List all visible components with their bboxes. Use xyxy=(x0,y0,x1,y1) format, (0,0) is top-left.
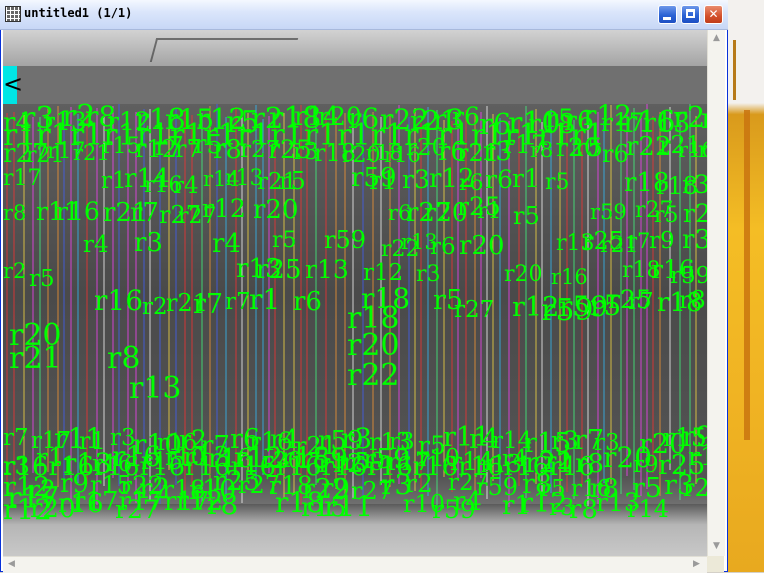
annotation-label: r2 xyxy=(142,294,168,320)
annotation-label: r4 xyxy=(83,232,109,258)
annotation-label: r7 xyxy=(628,289,654,315)
annotation-label: r9 xyxy=(649,228,675,254)
background-streak xyxy=(744,110,750,440)
annotation-label: r7 xyxy=(3,425,29,451)
annotation-label: r12 xyxy=(202,194,246,223)
annotation-label: r5 xyxy=(513,202,540,230)
minimize-button[interactable] xyxy=(658,5,677,24)
annotation-label: r13 xyxy=(129,371,182,406)
annotation-label: r14 xyxy=(627,495,669,523)
annotation-label: r7 xyxy=(225,289,251,315)
annotation-label: r7 xyxy=(627,229,650,253)
annotation-label: r3 xyxy=(682,170,707,199)
annotation-label: r7 xyxy=(193,289,223,320)
image-canvas[interactable]: < r4 r3 r13 r2 r8 r12 r18 r15 r12 r5 r2 r18 r14 r20 r6… xyxy=(3,30,707,556)
horizontal-scrollbar[interactable]: ◀ ▶ xyxy=(3,556,707,573)
annotation-label: r1 xyxy=(512,164,540,193)
title-bar[interactable]: untitled1 (1/1) ✕ xyxy=(0,0,728,30)
annotation-label: r15 xyxy=(688,442,707,471)
annotation-label: r13 xyxy=(698,138,707,163)
annotation-label: r4 xyxy=(173,173,199,199)
annotation-label: r8 xyxy=(207,488,238,521)
annotation-label: r25 xyxy=(683,199,707,228)
annotation-label: r16 xyxy=(56,197,100,226)
annotation-label: r20 xyxy=(459,231,505,261)
annotation-label: r5 xyxy=(654,203,679,228)
annotation-label: r20 xyxy=(504,262,543,287)
close-button[interactable]: ✕ xyxy=(704,5,723,24)
annotation-label: r6 xyxy=(485,165,513,194)
scroll-right-icon[interactable]: ▶ xyxy=(689,557,704,572)
close-icon: ✕ xyxy=(708,7,719,21)
annotation-label: r7 xyxy=(130,198,159,228)
annotation-label: r4 xyxy=(453,487,482,517)
annotation-label: r59 xyxy=(590,200,627,224)
scrollbar-corner xyxy=(707,556,724,572)
scroll-left-icon[interactable]: ◀ xyxy=(4,557,19,572)
annotation-label: r5 xyxy=(545,170,570,195)
annotation-label: r5 xyxy=(29,266,55,292)
grid-window-icon xyxy=(5,6,21,22)
vertical-scrollbar[interactable]: ▲ ▼ xyxy=(707,30,725,556)
annotation-label: r1r1r1r1r1r1r1r1r1r1r1r1r1r1r1r1r1r1 xyxy=(3,118,605,153)
annotation-label: r16 xyxy=(551,265,588,289)
annotation-label: r6 xyxy=(430,234,456,260)
annotation-label: r27 xyxy=(454,297,494,323)
window-title: untitled1 (1/1) xyxy=(24,6,133,20)
background-window xyxy=(728,0,764,572)
annotation-label: r59 xyxy=(324,226,366,254)
annotation-label: r6 xyxy=(602,140,629,168)
annotation-label: r20 xyxy=(253,195,299,225)
annotation-label: r5 xyxy=(279,167,306,195)
maximize-button[interactable] xyxy=(681,5,700,24)
annotation-label: r1 xyxy=(249,283,280,316)
annotation-label: r17 xyxy=(7,481,60,516)
annotation-label: r6 xyxy=(293,287,322,317)
annotation-label: r5 xyxy=(272,228,297,253)
annotation-label: r16 xyxy=(94,284,143,317)
minimize-icon xyxy=(663,17,671,20)
annotation-label: r2 xyxy=(3,259,26,283)
annotation-label: r8 xyxy=(3,201,26,225)
annotation-label: r16r16r16r16r16r16r16r16r16r16r16r16r16 xyxy=(3,452,595,482)
annotation-label: r3 xyxy=(402,165,430,194)
annotation-label: r17 xyxy=(3,166,42,191)
annotation-label: r25 xyxy=(256,255,302,285)
maximize-icon xyxy=(686,9,695,18)
background-streak xyxy=(733,40,736,100)
scroll-down-icon[interactable]: ▼ xyxy=(709,539,724,554)
annotation-label: r8 xyxy=(569,495,598,525)
annotation-label: r1 xyxy=(101,168,127,194)
annotation-label: r21 xyxy=(683,474,707,502)
annotation-label: r3 xyxy=(416,262,441,287)
annotation-label: r1 xyxy=(369,166,397,195)
annotation-label: r3 xyxy=(134,228,163,258)
annotation-label: r8 xyxy=(679,286,706,314)
annotation-label: r21 xyxy=(9,341,62,376)
annotation-label: r22 xyxy=(347,358,400,393)
annotation-label: r11 xyxy=(324,490,373,523)
annotation-label: r17r17r17 xyxy=(73,487,210,517)
scroll-up-icon[interactable]: ▲ xyxy=(709,31,724,46)
annotation-label: r3 xyxy=(682,225,707,255)
annotation-label: r13 xyxy=(305,255,349,284)
annotation-overlay: r4r3r13r2r8r12r18r15r12r5r2r18r14r20r6 r2… xyxy=(3,99,707,526)
image-window: untitled1 (1/1) ✕ < r4 r3 r13 r2 r8 r12 r18 r15… xyxy=(0,0,728,573)
annotation-label: r59 xyxy=(541,293,594,328)
annotation-label: r1 xyxy=(477,199,502,224)
